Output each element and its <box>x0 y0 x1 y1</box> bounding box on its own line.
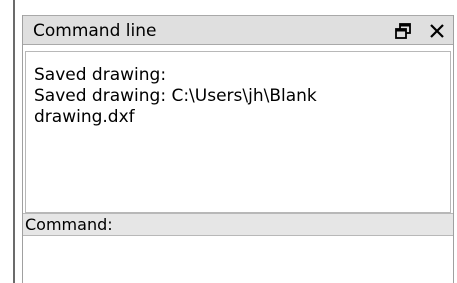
command-history[interactable]: Saved drawing: Saved drawing: C:\Users\j… <box>25 51 451 213</box>
command-label-bar: Command: <box>23 213 453 236</box>
float-window-button[interactable] <box>393 21 413 41</box>
window-frame-left <box>0 0 22 283</box>
float-window-icon <box>395 23 411 39</box>
history-line: Saved drawing: C:\Users\jh\Blank <box>34 86 317 106</box>
frame-divider <box>13 0 15 283</box>
dock-title-bar[interactable]: Command line <box>23 15 453 45</box>
command-input[interactable] <box>23 236 453 283</box>
history-line: drawing.dxf <box>34 107 135 127</box>
close-button[interactable] <box>427 21 447 41</box>
close-icon <box>430 24 444 38</box>
dock-title: Command line <box>33 21 157 41</box>
command-label: Command: <box>25 215 113 234</box>
history-line: Saved drawing: <box>34 65 167 85</box>
command-line-dock: Command line Saved drawing: Saved drawin… <box>22 15 454 283</box>
command-line-window: Command line Saved drawing: Saved drawin… <box>0 0 457 283</box>
